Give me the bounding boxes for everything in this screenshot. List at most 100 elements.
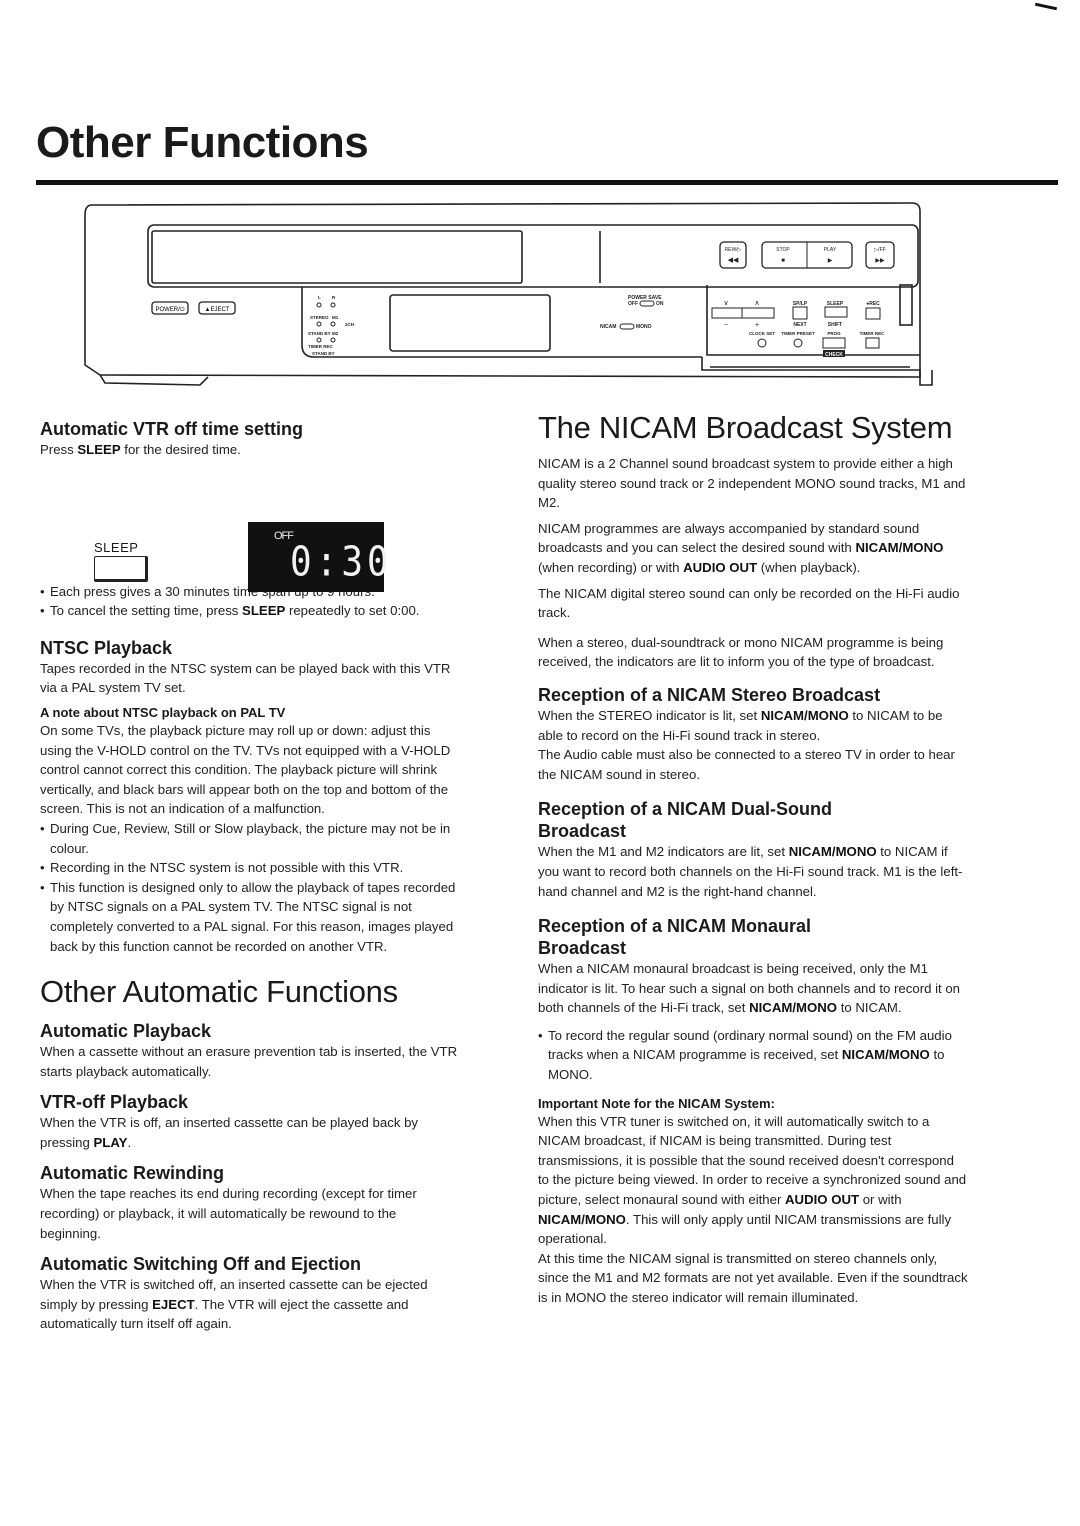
- heading-nicam-dual: Reception of a NICAM Dual-Sound Broadcas…: [538, 799, 832, 842]
- nicam-mono-switch[interactable]: [619, 323, 635, 330]
- important-note-body: When this VTR tuner is switched on, it w…: [538, 1113, 967, 1247]
- svg-text:SHIFT: SHIFT: [828, 322, 842, 328]
- svg-text:R: R: [332, 295, 336, 300]
- heading-vtr-off-playback: VTR-off Playback: [40, 1092, 189, 1113]
- svg-text:2CH: 2CH: [345, 322, 354, 327]
- sleep-button[interactable]: SLEEP SHIFT: [824, 301, 848, 328]
- svg-text:TIMER PRESET: TIMER PRESET: [781, 331, 815, 336]
- section-nicam-dual: Reception of a NICAM Dual-Sound Broadcas…: [538, 798, 968, 901]
- svg-text:▶: ▶: [828, 258, 833, 264]
- timer-preset-button[interactable]: [793, 338, 803, 348]
- eject-button[interactable]: ▲EJECT: [198, 301, 236, 315]
- power-save-switch[interactable]: [639, 300, 655, 307]
- indicator-r-led: [330, 302, 336, 308]
- svg-text:STEREO: STEREO: [310, 315, 329, 320]
- right-column: The NICAM Broadcast System NICAM is a 2 …: [538, 410, 968, 1308]
- nicam-stereo-body-2: The Audio cable must also be connected t…: [538, 747, 955, 782]
- svg-text:◀◀: ◀◀: [728, 257, 739, 264]
- ntsc-note-body: On some TVs, the playback picture may ro…: [40, 722, 451, 817]
- svg-text:REW/▷: REW/▷: [725, 247, 742, 253]
- heading-automatic-rewinding: Automatic Rewinding: [40, 1163, 224, 1184]
- bullet-item: This function is designed only to allow …: [40, 878, 460, 956]
- nicam-p1: NICAM is a 2 Channel sound broadcast sys…: [538, 456, 966, 511]
- sp-lp-button[interactable]: SP/LP NEXT: [792, 301, 808, 328]
- sleep-timer-display: OFF 0:30: [248, 521, 389, 592]
- nicam-dual-body: When the M1 and M2 indicators are lit, s…: [538, 844, 963, 899]
- bullet-item: Recording in the NTSC system is not poss…: [40, 858, 460, 878]
- svg-text:TIMER REC: TIMER REC: [860, 331, 886, 336]
- heading-other-automatic-functions: Other Automatic Functions: [40, 974, 398, 1010]
- svg-text:POWER/⏻: POWER/⏻: [155, 306, 184, 313]
- bullet-item: During Cue, Review, Still or Slow playba…: [40, 819, 460, 858]
- svg-text:∧: ∧: [754, 300, 759, 307]
- cassette-door-frame: [147, 224, 919, 288]
- vcr-front-panel-illustration: POWER/⏻ ▲EJECT L R STEREO M1 2CH STAND B…: [84, 202, 933, 386]
- ntsc-intro: Tapes recorded in the NTSC system can be…: [40, 660, 451, 696]
- rec-button[interactable]: ●REC: [865, 301, 881, 320]
- svg-text:M1: M1: [332, 315, 339, 320]
- indicator-m1-led: [330, 321, 336, 327]
- nicam-p4: When a stereo, dual-soundtrack or mono N…: [538, 634, 944, 670]
- heading-ntsc-playback: NTSC Playback: [40, 637, 173, 658]
- automatic-playback-body: When a cassette without an erasure preve…: [40, 1044, 458, 1079]
- sleep-button-label: SLEEP: [94, 539, 139, 555]
- heading-ntsc-note: A note about NTSC playback on PAL TV: [40, 704, 286, 720]
- svg-text:CLOCK SET: CLOCK SET: [749, 331, 775, 336]
- vcr-foot: [99, 374, 209, 386]
- svg-text:STAND BY: STAND BY: [308, 331, 331, 336]
- bullet-item: To record the regular sound (ordinary no…: [538, 1026, 968, 1085]
- nicam-p3: The NICAM digital stereo sound can only …: [538, 585, 960, 621]
- section-ntsc-playback: NTSC Playback Tapes recorded in the NTSC…: [40, 637, 460, 956]
- svg-text:MONO: MONO: [636, 324, 652, 330]
- svg-text:PROG: PROG: [827, 331, 841, 336]
- auto-switch-off-eject-body: When the VTR is switched off, an inserte…: [40, 1277, 428, 1332]
- timer-rec-button[interactable]: [865, 337, 880, 349]
- svg-text:CHECK: CHECK: [825, 352, 843, 358]
- left-column: Automatic VTR off time setting Press SLE…: [40, 418, 460, 1334]
- svg-text:NICAM: NICAM: [600, 324, 616, 330]
- sleep-figure: SLEEP OFF 0:30: [40, 460, 460, 592]
- prog-button[interactable]: [822, 337, 846, 349]
- svg-text:L: L: [318, 295, 321, 300]
- svg-text:●REC: ●REC: [866, 301, 880, 307]
- svg-text:PLAY: PLAY: [824, 247, 837, 253]
- ff-button[interactable]: ▷/FF ▶▶: [865, 241, 895, 269]
- svg-text:NEXT: NEXT: [793, 322, 806, 328]
- channel-rocker[interactable]: ∨ ∧ − +: [711, 300, 775, 329]
- indicator-m2-led: [330, 337, 336, 343]
- svg-text:■: ■: [781, 258, 785, 264]
- sleep-button-illustration: [94, 555, 148, 582]
- nicam-p2: NICAM programmes are always accompanied …: [538, 520, 944, 575]
- section-important-note: Important Note for the NICAM System: Whe…: [538, 1095, 968, 1308]
- heading-nicam-broadcast-system: The NICAM Broadcast System: [538, 410, 953, 445]
- indicator-l-led: [316, 302, 322, 308]
- display-time: 0:30: [290, 538, 393, 586]
- heading-automatic-playback: Automatic Playback: [40, 1021, 212, 1042]
- indicator-labels: L R STEREO M1 2CH STAND BY M2 TIMER REC …: [308, 295, 354, 356]
- svg-text:STOP: STOP: [776, 247, 790, 253]
- power-button[interactable]: POWER/⏻: [151, 301, 189, 315]
- svg-text:▷/FF: ▷/FF: [874, 247, 885, 253]
- nicam-monaural-body: When a NICAM monaural broadcast is being…: [538, 961, 961, 1016]
- heading-auto-switch-off-eject: Automatic Switching Off and Ejection: [40, 1254, 362, 1275]
- svg-text:SLEEP: SLEEP: [827, 301, 844, 307]
- nicam-stereo-body: When the STEREO indicator is lit, set NI…: [538, 707, 943, 743]
- svg-text:−: −: [724, 322, 728, 329]
- vtr-off-playback-body: When the VTR is off, an inserted cassett…: [40, 1115, 419, 1150]
- stop-play-button[interactable]: STOP ■ PLAY ▶: [761, 241, 853, 269]
- heading-auto-off-time: Automatic VTR off time setting: [40, 419, 304, 439]
- indicator-standby-led: [316, 337, 322, 343]
- rew-button[interactable]: REW/▷ ◀◀: [719, 241, 747, 269]
- cassette-slot: [151, 230, 523, 284]
- svg-text:SP/LP: SP/LP: [793, 301, 808, 307]
- svg-text:STAND BY: STAND BY: [312, 351, 335, 356]
- clock-set-button[interactable]: [757, 338, 767, 348]
- svg-text:TIMER REC: TIMER REC: [308, 344, 334, 349]
- automatic-rewinding-body: When the tape reaches its end during rec…: [40, 1186, 417, 1241]
- bullet-item: To cancel the setting time, press SLEEP …: [40, 601, 460, 621]
- heading-nicam-stereo: Reception of a NICAM Stereo Broadcast: [538, 684, 881, 705]
- lcd-window: [389, 294, 551, 352]
- svg-text:+: +: [755, 322, 759, 329]
- svg-text:▲EJECT: ▲EJECT: [205, 307, 230, 313]
- auto-off-intro: Press SLEEP for the desired time.: [40, 442, 241, 457]
